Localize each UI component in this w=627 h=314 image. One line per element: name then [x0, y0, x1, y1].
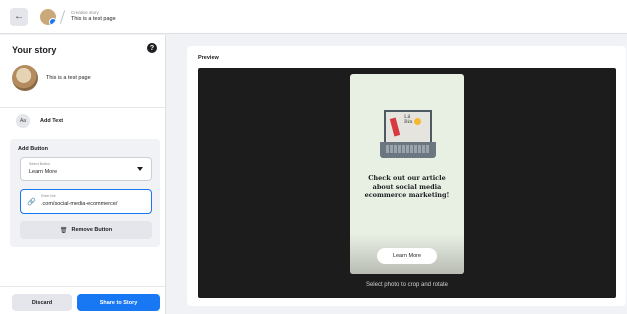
back-button[interactable]: ←: [10, 7, 28, 26]
page-avatar: [40, 8, 56, 25]
top-bar: ← Creative story This is a test page: [0, 0, 627, 34]
breadcrumb-sub-label: Creative story: [71, 9, 99, 15]
button-type-select[interactable]: Select Button Learn More: [20, 157, 152, 181]
add-text-label: Add Text: [40, 118, 64, 124]
page-name: This is a test page: [46, 75, 91, 81]
crop-rotate-hint: Select photo to crop and rotate: [365, 282, 449, 288]
breadcrumb: Creative story This is a test page: [71, 9, 116, 23]
divider: [0, 107, 165, 108]
add-button-section-title: Add Button: [18, 146, 48, 152]
add-text-button[interactable]: Aa Add Text: [16, 114, 63, 128]
breadcrumb-separator: [59, 9, 66, 24]
help-icon[interactable]: ?: [147, 43, 157, 53]
discard-button[interactable]: Discard: [12, 294, 72, 311]
note-line-2: Bin: [404, 119, 413, 125]
breadcrumb-title: This is a test page: [71, 16, 116, 22]
trash-icon: 🗑: [59, 227, 68, 234]
link-icon: 🔗: [27, 199, 36, 206]
facebook-badge-icon: [49, 17, 56, 25]
laptop-keyboard: [386, 145, 430, 153]
sun-illustration: [414, 118, 421, 125]
select-value: Learn More: [29, 169, 58, 175]
divider: [0, 286, 165, 287]
preview-label: Preview: [198, 55, 219, 61]
note-illustration: Lil Bin: [404, 115, 413, 125]
learn-more-button[interactable]: Learn More: [377, 248, 437, 264]
story-preview-image[interactable]: Lil Bin Check out our article about soci…: [350, 74, 464, 274]
story-editor-panel: Your story ? This is a test page Aa Add …: [0, 35, 166, 314]
arrow-left-icon: ←: [14, 11, 24, 22]
page-profile-avatar: [12, 65, 38, 91]
remove-button[interactable]: 🗑 Remove Button: [20, 221, 152, 239]
add-button-section: Add Button Select Button Learn More 🔗 En…: [10, 139, 160, 247]
share-to-story-button[interactable]: Share to Story: [77, 294, 160, 311]
remove-button-label: Remove Button: [71, 227, 113, 233]
text-aa-icon: Aa: [16, 114, 30, 128]
preview-card: Preview Lil Bin Check out our article ab…: [187, 46, 626, 306]
caret-down-icon: [137, 167, 143, 171]
story-headline: Check out our article about social media…: [364, 174, 450, 199]
link-sub-label: Enter link: [41, 194, 56, 198]
laptop-illustration: Lil Bin: [380, 110, 436, 164]
preview-area: Lil Bin Check out our article about soci…: [198, 68, 616, 298]
panel-title: Your story: [12, 45, 57, 55]
link-input[interactable]: 🔗 Enter link .com/social-media-ecommerce…: [20, 189, 152, 214]
link-value: .com/social-media-ecommerce/: [41, 201, 118, 207]
select-sub-label: Select Button: [29, 162, 50, 166]
